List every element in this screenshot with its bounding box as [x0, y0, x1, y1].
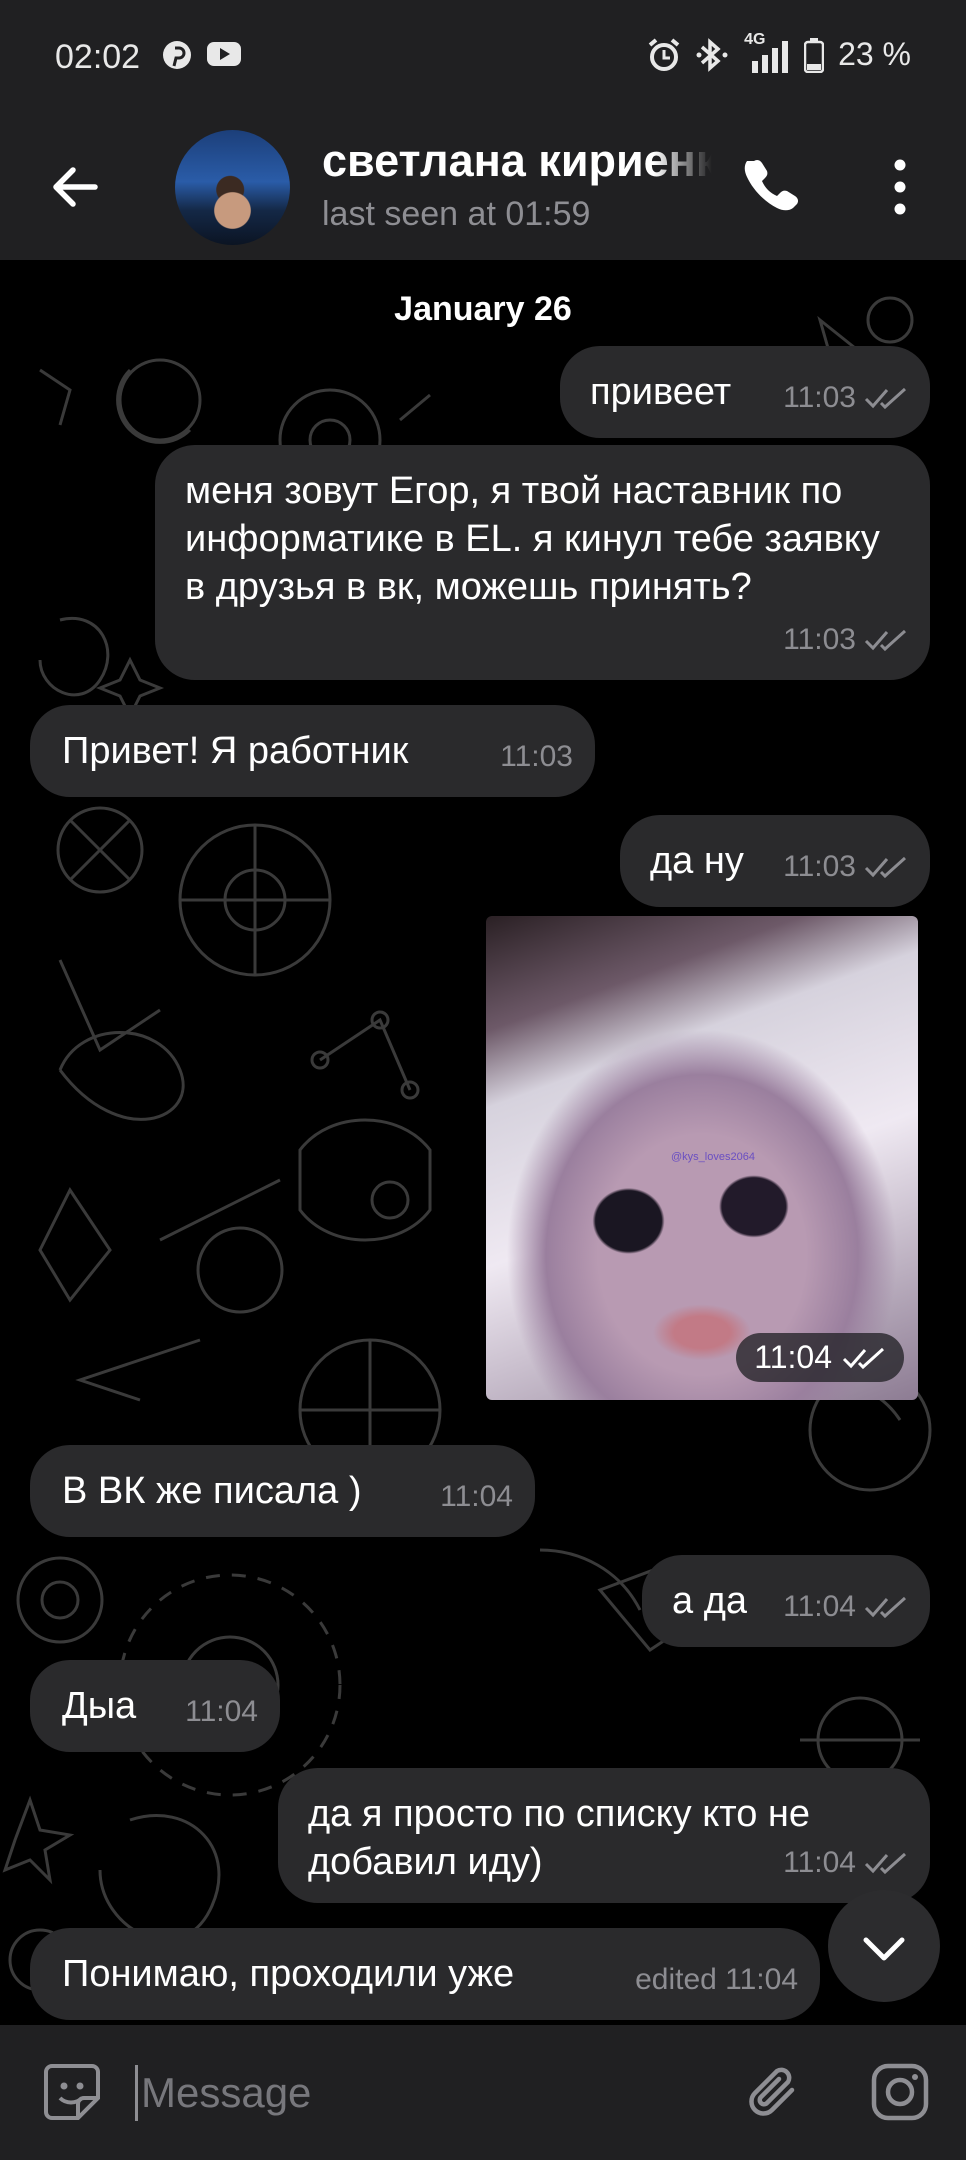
message-text: да я просто по списку кто не добавил иду… [308, 1793, 811, 1883]
message-incoming[interactable]: В ВК же писала ) 11:04 [30, 1445, 535, 1537]
message-time: 11:04 [440, 1480, 513, 1513]
status-time: 02:02 [55, 38, 141, 76]
avatar[interactable] [175, 130, 290, 245]
message-outgoing[interactable]: привеет 11:03 [560, 346, 930, 438]
message-input[interactable] [135, 2055, 701, 2130]
last-seen-status: last seen at 01:59 [322, 195, 591, 233]
chat-header: светлана кириенко last seen at 01:59 [0, 115, 966, 260]
message-text: да ну [650, 840, 744, 882]
message-time: 11:03 [783, 623, 856, 656]
photo-watermark: @kys_loves2064 [671, 1151, 755, 1163]
bluetooth-icon [696, 37, 728, 72]
message-outgoing[interactable]: а да 11:04 [642, 1555, 930, 1647]
message-time: 11:04 [783, 1846, 856, 1879]
message-incoming[interactable]: Дыа 11:04 [30, 1660, 280, 1752]
signal-icon [752, 40, 789, 73]
message-text: а да [672, 1580, 747, 1622]
message-time: 11:04 [754, 1339, 832, 1375]
message-text: меня зовут Егор, я твой наставник по инф… [185, 470, 880, 608]
message-text: В ВК же писала ) [62, 1470, 362, 1512]
double-check-icon [842, 1347, 885, 1369]
sticker-emoji-icon[interactable] [40, 2060, 104, 2124]
camera-icon[interactable] [868, 2060, 932, 2124]
message-text: привеет [590, 371, 732, 413]
message-time: edited 11:04 [635, 1963, 798, 1996]
message-outgoing[interactable]: да я просто по списку кто не добавил иду… [278, 1768, 930, 1903]
message-text: Понимаю, проходили уже [62, 1953, 515, 1995]
message-time: 11:04 [185, 1695, 258, 1728]
status-bar: 02:02 4G 23 % [0, 0, 966, 115]
date-separator: January 26 [394, 290, 572, 328]
message-time: 11:03 [783, 381, 856, 414]
more-vert-icon[interactable] [880, 155, 920, 219]
double-check-icon [864, 629, 907, 652]
message-text: Дыа [62, 1685, 137, 1727]
pinterest-icon [163, 41, 191, 69]
message-outgoing[interactable]: да ну 11:03 [620, 815, 930, 907]
back-arrow-icon[interactable] [45, 157, 105, 217]
message-text: Привет! Я работник [62, 730, 409, 772]
scroll-to-bottom-button[interactable] [828, 1890, 940, 2002]
double-check-icon [864, 1852, 907, 1875]
chat-area[interactable]: January 26 привеет 11:03 меня зовут Егор… [0, 260, 966, 2025]
message-time: 11:04 [783, 1590, 856, 1623]
message-incoming[interactable]: Понимаю, проходили уже edited 11:04 [30, 1928, 820, 2020]
youtube-icon [207, 42, 241, 66]
message-outgoing[interactable]: меня зовут Егор, я твой наставник по инф… [155, 445, 930, 680]
message-composer [0, 2025, 966, 2160]
contact-name[interactable]: светлана кириенко [322, 135, 712, 187]
phone-icon[interactable] [740, 155, 800, 215]
paperclip-icon[interactable] [742, 2060, 806, 2124]
battery-icon [804, 37, 825, 73]
alarm-icon [648, 37, 680, 71]
chevron-down-icon [863, 1937, 905, 1961]
message-time: 11:03 [500, 740, 573, 773]
double-check-icon [864, 1596, 907, 1619]
message-incoming[interactable]: Привет! Я работник 11:03 [30, 705, 595, 797]
double-check-icon [864, 387, 907, 410]
message-time: 11:03 [783, 850, 856, 883]
photo-message[interactable]: @kys_loves2064 11:04 [486, 916, 918, 1400]
battery-percent: 23 % [838, 36, 911, 72]
double-check-icon [864, 856, 907, 879]
